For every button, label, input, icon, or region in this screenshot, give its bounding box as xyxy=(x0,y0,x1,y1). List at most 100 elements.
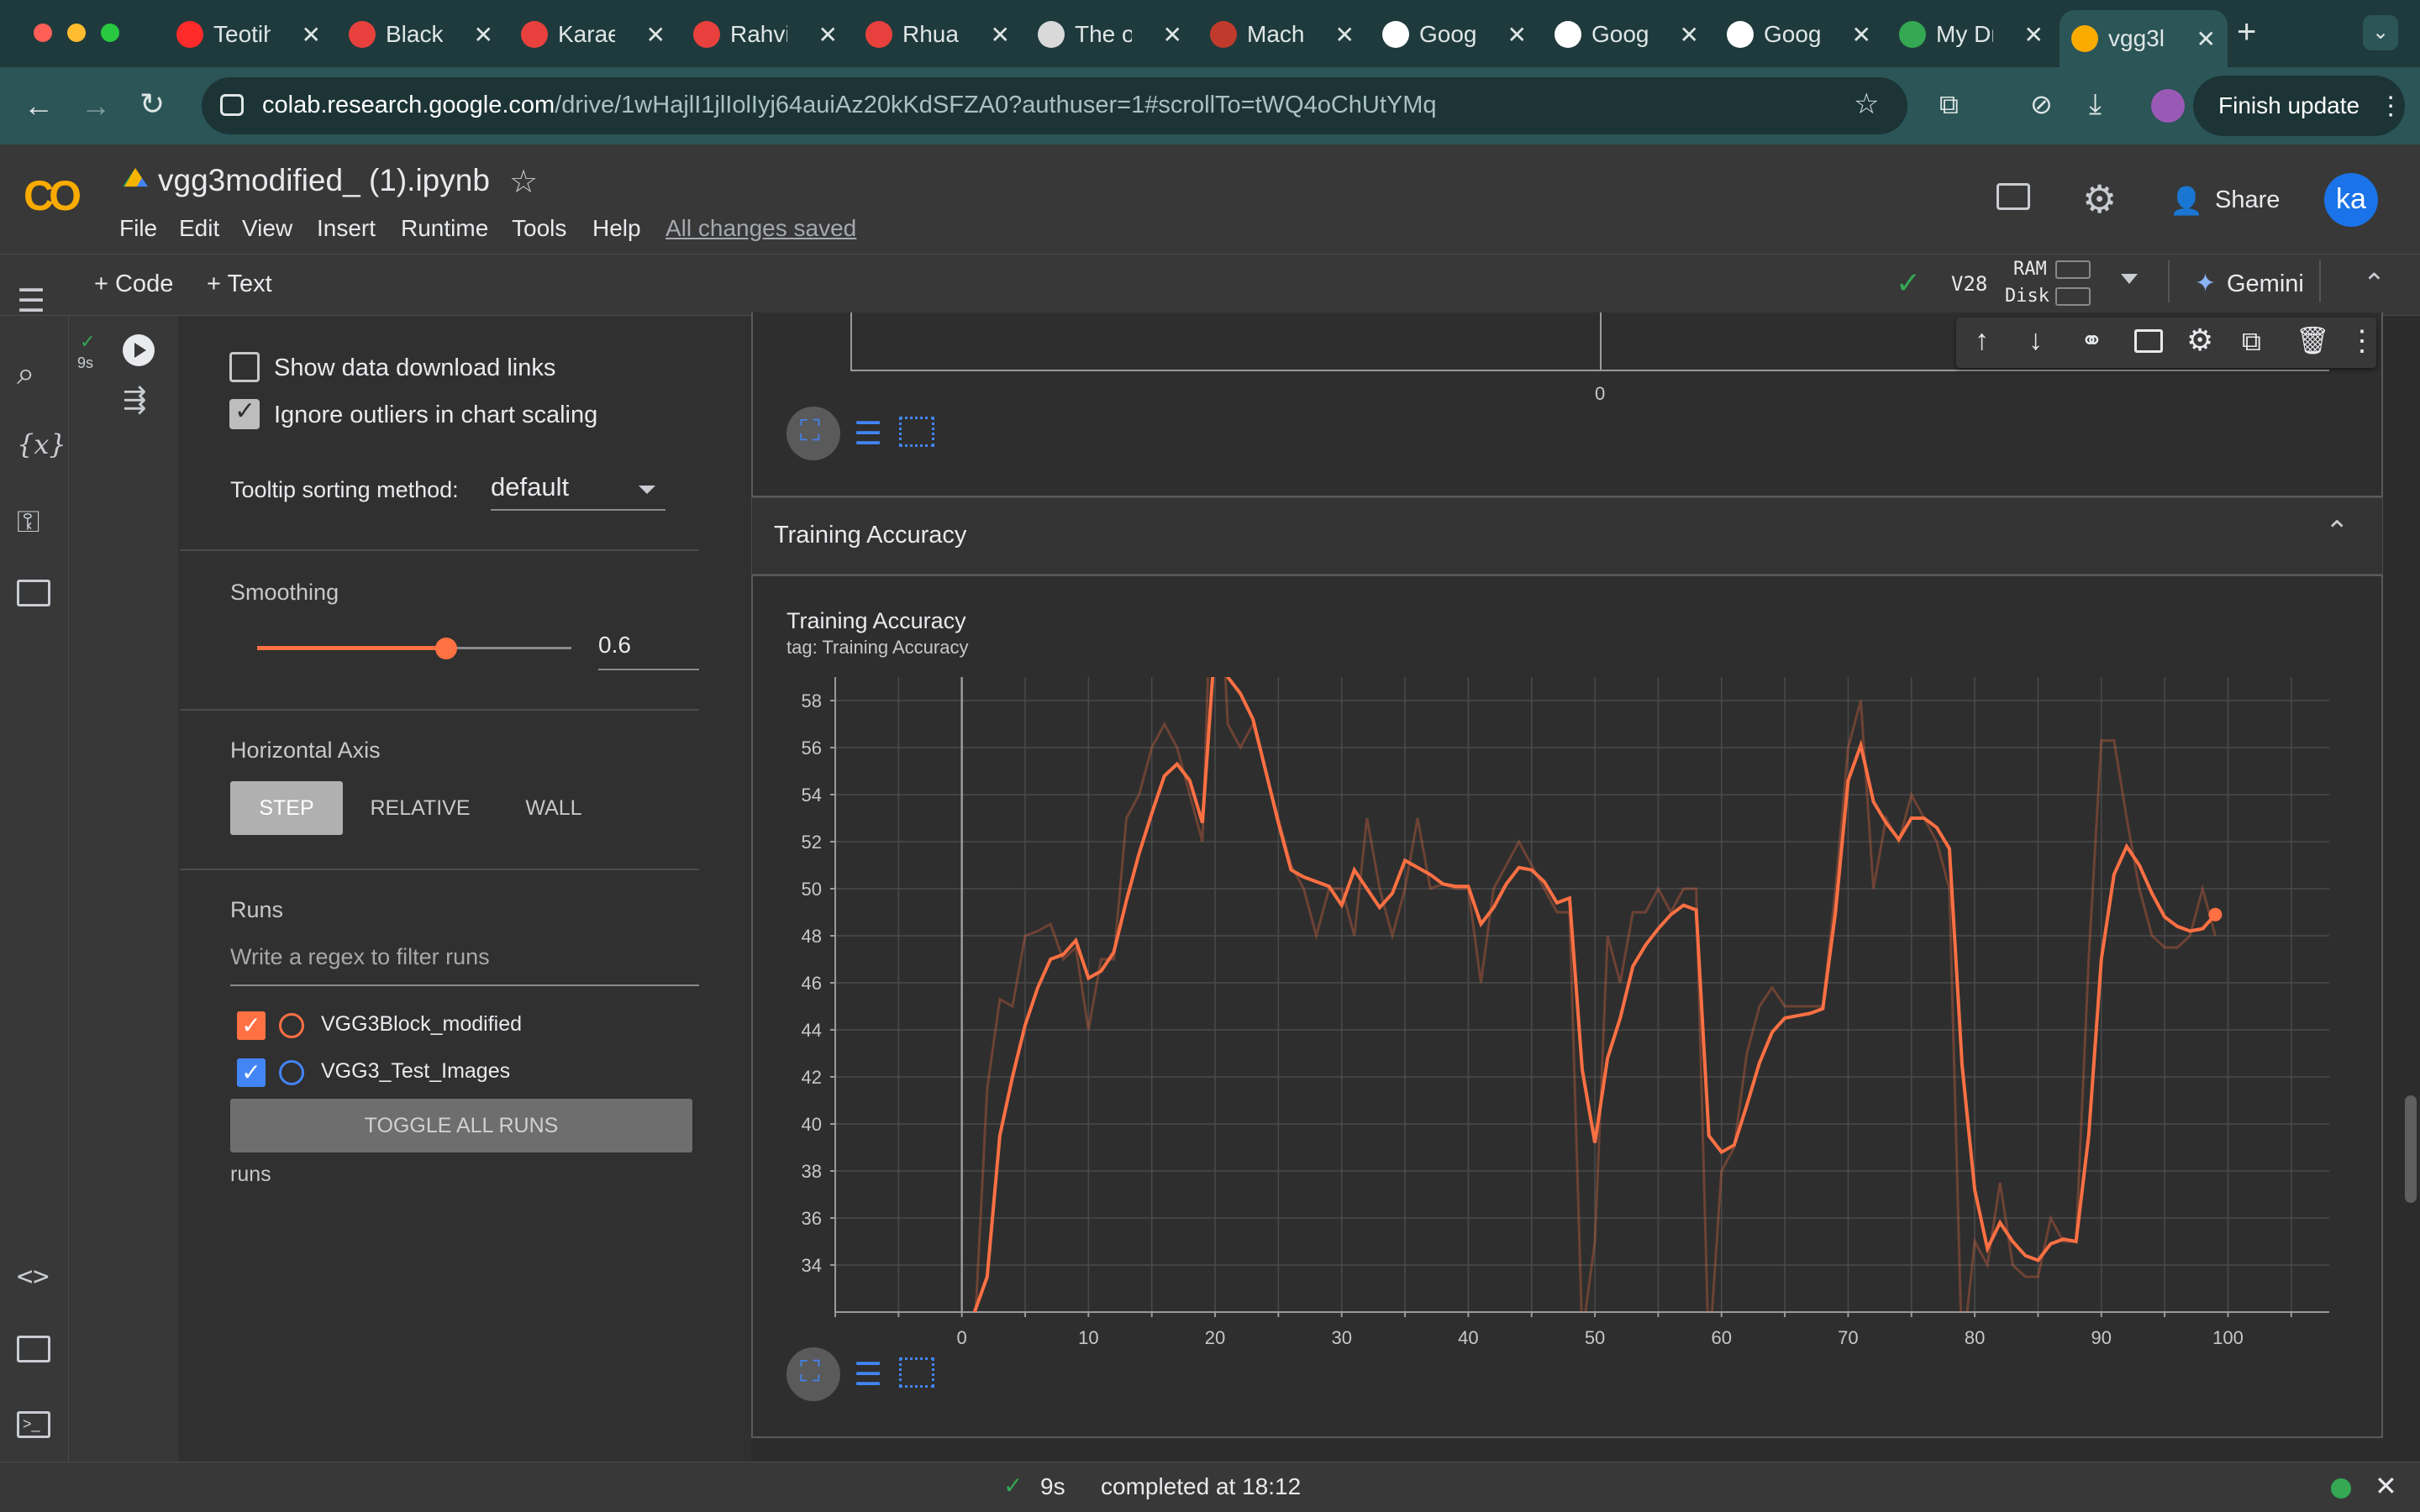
tab-close-icon[interactable]: ✕ xyxy=(1163,21,1182,49)
extensions-icon[interactable]: ⧉ xyxy=(1939,89,1959,119)
tab-close-icon[interactable]: ✕ xyxy=(1335,21,1355,49)
close-window-button[interactable] xyxy=(34,24,52,42)
run-cell-button[interactable] xyxy=(123,334,155,366)
share-person-icon[interactable]: 👤 xyxy=(2170,185,2203,217)
delete-icon[interactable]: 🗑 xyxy=(2296,324,2330,356)
ram-meter[interactable] xyxy=(2055,260,2091,279)
save-status-link[interactable]: All changes saved xyxy=(666,215,856,242)
run-checkbox-vgg3-test[interactable]: ✓ xyxy=(237,1058,266,1087)
runtime-type[interactable]: V28 xyxy=(1951,272,1987,296)
url-text[interactable]: colab.research.google.com/drive/1wHajlI1… xyxy=(262,92,1437,119)
section-header-training-accuracy[interactable]: Training Accuracy ⌃ xyxy=(751,497,2383,575)
share-button[interactable]: Share xyxy=(2215,186,2280,214)
reload-icon[interactable]: ↻ xyxy=(139,89,165,119)
browser-tab[interactable]: My Dr ✕ xyxy=(1887,8,2055,60)
browser-tab[interactable]: Machi ✕ xyxy=(1198,8,1366,60)
menu-insert[interactable]: Insert xyxy=(317,215,376,242)
fit-domain-button[interactable]: ⛶ xyxy=(786,407,840,460)
tab-close-icon[interactable]: ✕ xyxy=(302,21,321,49)
axis-wall-button[interactable]: WALL xyxy=(499,781,608,835)
tab-close-icon[interactable]: ✕ xyxy=(1852,21,1871,49)
bookmark-star-icon[interactable]: ☆ xyxy=(1854,89,1879,119)
back-icon[interactable]: ← xyxy=(24,91,54,121)
browser-tab[interactable]: Teotih ✕ xyxy=(165,8,333,60)
zoom-select-icon[interactable] xyxy=(899,1357,934,1388)
smoothing-slider-thumb[interactable] xyxy=(435,638,457,659)
minimize-window-button[interactable] xyxy=(67,24,86,42)
download-icon[interactable]: ⤓ xyxy=(2089,89,2102,119)
browser-tab[interactable]: Rahvi ✕ xyxy=(681,8,850,60)
maximize-window-button[interactable] xyxy=(101,24,119,42)
menu-runtime[interactable]: Runtime xyxy=(401,215,488,242)
menu-view[interactable]: View xyxy=(242,215,292,242)
link-icon[interactable]: ⚭ xyxy=(2081,324,2103,356)
toggle-y-log-icon[interactable]: ☰ xyxy=(854,1356,882,1394)
add-text-button[interactable]: + Text xyxy=(207,270,272,298)
comment-icon[interactable] xyxy=(1996,183,2030,210)
browser-tab[interactable]: Rhuar ✕ xyxy=(854,8,1022,60)
table-of-contents-icon[interactable]: ☰ xyxy=(17,282,45,320)
profile-icon[interactable] xyxy=(2151,89,2185,123)
move-down-icon[interactable]: ↓ xyxy=(2028,324,2043,357)
colab-logo[interactable]: CO xyxy=(24,171,82,220)
tab-close-icon[interactable]: ✕ xyxy=(991,21,1010,49)
browser-tab[interactable]: vgg3l ✕ xyxy=(2060,10,2228,67)
new-tab-button[interactable]: + xyxy=(2237,13,2256,51)
performance-icon[interactable]: ⊘ xyxy=(2030,89,2053,119)
search-icon[interactable]: ⌕ xyxy=(17,356,34,392)
finish-update-button[interactable]: Finish update ⋮ xyxy=(2193,76,2405,136)
menu-tools[interactable]: Tools xyxy=(512,215,566,242)
tab-close-icon[interactable]: ✕ xyxy=(2196,25,2216,53)
command-palette-icon[interactable] xyxy=(17,1336,50,1362)
close-status-icon[interactable]: ✕ xyxy=(2375,1470,2397,1502)
secrets-key-icon[interactable]: ⚿ xyxy=(17,504,39,540)
tab-close-icon[interactable]: ✕ xyxy=(1507,21,1527,49)
add-code-button[interactable]: + Code xyxy=(94,270,173,298)
fit-domain-button[interactable]: ⛶ xyxy=(786,1347,840,1401)
browser-tab[interactable]: Goog ✕ xyxy=(1715,8,1883,60)
training-accuracy-chart[interactable]: 34 36 38 40 42 44 46 48 50 52 54 56 58 0 10 20 30 40 50 60 7… xyxy=(753,576,2381,1436)
disk-meter[interactable] xyxy=(2055,287,2091,306)
scrollbar-thumb[interactable] xyxy=(2405,1095,2417,1203)
tab-close-icon[interactable]: ✕ xyxy=(1680,21,1699,49)
avatar[interactable]: ka xyxy=(2324,173,2378,227)
runs-filter-input[interactable]: Write a regex to filter runs xyxy=(230,944,699,986)
forward-icon[interactable]: → xyxy=(81,91,111,121)
ignore-outliers-checkbox[interactable]: ✓ xyxy=(229,397,260,429)
show-download-links-checkbox[interactable] xyxy=(229,352,260,382)
variables-icon[interactable]: {x} xyxy=(17,428,66,460)
star-icon[interactable]: ☆ xyxy=(509,163,538,201)
tooltip-sorting-select[interactable]: default xyxy=(491,472,666,511)
browser-tab[interactable]: Karae ✕ xyxy=(509,8,677,60)
site-info-icon[interactable] xyxy=(220,94,244,116)
tab-close-icon[interactable]: ✕ xyxy=(818,21,838,49)
move-up-icon[interactable]: ↑ xyxy=(1975,324,1989,357)
axis-step-button[interactable]: STEP xyxy=(230,781,343,835)
run-color-dot[interactable] xyxy=(279,1060,304,1085)
collapse-section-icon[interactable]: ⌃ xyxy=(2325,515,2349,549)
run-checkbox-vgg3block[interactable]: ✓ xyxy=(237,1011,266,1040)
browser-tab[interactable]: Goog ✕ xyxy=(1543,8,1711,60)
zoom-select-icon[interactable] xyxy=(899,417,934,447)
settings-gear-icon[interactable]: ⚙ xyxy=(2082,176,2117,222)
menu-help[interactable]: Help xyxy=(592,215,641,242)
axis-relative-button[interactable]: RELATIVE xyxy=(353,781,487,835)
browser-tab[interactable]: Googl ✕ xyxy=(1370,8,1539,60)
files-folder-icon[interactable] xyxy=(17,580,50,606)
terminal-icon[interactable]: >_ xyxy=(17,1411,50,1438)
gemini-icon[interactable]: ✦ xyxy=(2195,269,2216,298)
tab-close-icon[interactable]: ✕ xyxy=(2024,21,2044,49)
mirror-cell-icon[interactable]: ⧉ xyxy=(2242,326,2261,358)
browser-tab[interactable]: The o ✕ xyxy=(1026,8,1194,60)
more-options-icon[interactable]: ⋮ xyxy=(2348,324,2376,358)
runtime-dropdown-icon[interactable] xyxy=(2121,274,2138,284)
menu-edit[interactable]: Edit xyxy=(179,215,219,242)
output-options-icon[interactable]: ⇶ xyxy=(123,383,147,417)
tab-search-button[interactable]: ⌄ xyxy=(2363,15,2398,50)
menu-file[interactable]: File xyxy=(119,215,157,242)
notebook-title[interactable]: vgg3modified_ (1).ipynb xyxy=(158,163,490,198)
page-scrollbar[interactable] xyxy=(2402,316,2420,1462)
run-color-dot[interactable] xyxy=(279,1013,304,1038)
cell-settings-icon[interactable]: ⚙ xyxy=(2186,323,2213,358)
toggle-all-runs-button[interactable]: TOGGLE ALL RUNS xyxy=(230,1099,692,1152)
